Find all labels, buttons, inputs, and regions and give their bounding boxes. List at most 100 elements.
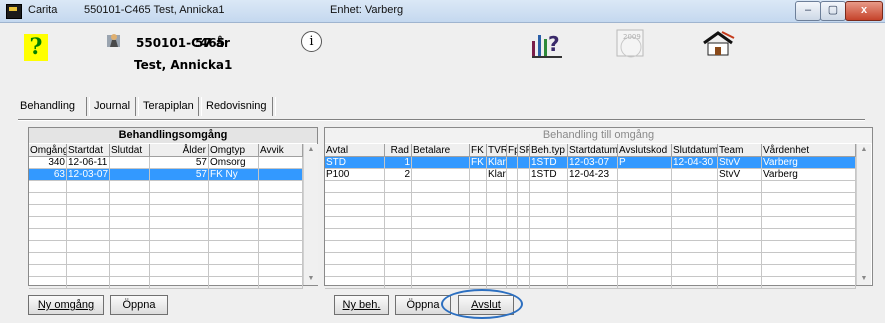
cell-omgang: [29, 265, 67, 277]
table-row[interactable]: 340 12-06-11 57 Omsorg: [29, 157, 303, 169]
column-header-vardenhet[interactable]: Vårdenhet: [762, 144, 856, 157]
new-round-button[interactable]: Ny omgång: [28, 295, 104, 315]
empty-table-row[interactable]: [29, 241, 303, 253]
patient-figure-icon[interactable]: [107, 32, 121, 48]
cell-fk: [470, 265, 487, 277]
empty-table-row[interactable]: [325, 241, 856, 253]
scroll-down-arrow-icon[interactable]: ▼: [857, 273, 871, 285]
cell-omgtyp: [209, 265, 259, 277]
empty-table-row[interactable]: [29, 253, 303, 265]
cell-tvr: [487, 241, 507, 253]
cell-avvik: [259, 157, 303, 169]
column-header-behtyp[interactable]: Beh.typ: [530, 144, 568, 157]
cell-avslutskod: P: [618, 157, 672, 169]
empty-table-row[interactable]: [325, 205, 856, 217]
statistics-icon[interactable]: ?: [531, 29, 563, 62]
cell-fk: [470, 217, 487, 229]
column-header-avvik[interactable]: Avvik: [259, 144, 303, 157]
cell-avtal: STD: [325, 157, 385, 169]
cell-omgtyp: [209, 193, 259, 205]
cell-startdat: 12-03-07: [67, 169, 110, 181]
empty-table-row[interactable]: [29, 229, 303, 241]
column-header-startdatum[interactable]: Startdatum: [568, 144, 618, 157]
cell-fp: [507, 241, 518, 253]
column-header-startdat[interactable]: Startdat: [67, 144, 110, 157]
empty-table-row[interactable]: [29, 217, 303, 229]
column-header-slutdat[interactable]: Slutdat: [110, 144, 150, 157]
cell-omgang: [29, 217, 67, 229]
scroll-down-arrow-icon[interactable]: ▼: [304, 273, 318, 285]
cell-slutdat: [110, 157, 150, 169]
cell-slutdat: [110, 169, 150, 181]
table-row[interactable]: P100 2 Klar 1STD 12-04-23 StvV Varberg: [325, 169, 856, 181]
info-icon[interactable]: i: [301, 31, 322, 52]
cell-alder: [150, 253, 209, 265]
cell-team: StvV: [718, 157, 762, 169]
cell-fp: [507, 217, 518, 229]
cell-sp: [518, 241, 530, 253]
table-row[interactable]: STD 1 FK Klar 1STD 12-03-07 P 12-04-30 StvV Varbe…: [325, 157, 856, 169]
empty-table-row[interactable]: [29, 277, 303, 289]
cell-omgang: [29, 205, 67, 217]
empty-table-row[interactable]: [325, 217, 856, 229]
column-header-fk[interactable]: FK: [470, 144, 487, 157]
tab-terapiplan[interactable]: Terapiplan: [141, 96, 196, 116]
close-button[interactable]: x: [845, 1, 883, 21]
empty-table-row[interactable]: [325, 193, 856, 205]
empty-table-row[interactable]: [29, 265, 303, 277]
cell-avslutskod: [618, 181, 672, 193]
cell-omgang: [29, 193, 67, 205]
column-header-omgtyp[interactable]: Omgtyp: [209, 144, 259, 157]
cell-fk: [470, 277, 487, 289]
column-header-avtal[interactable]: Avtal: [325, 144, 385, 157]
maximize-button[interactable]: ▢: [820, 1, 846, 21]
cell-betalare: [412, 181, 470, 193]
cell-slutdat: [110, 217, 150, 229]
empty-table-row[interactable]: [29, 205, 303, 217]
cell-behtyp: 1STD: [530, 157, 568, 169]
open-round-label: Öppna: [122, 299, 156, 311]
cell-vardenhet: [762, 277, 856, 289]
empty-table-row[interactable]: [325, 277, 856, 289]
scroll-up-arrow-icon[interactable]: ▲: [857, 144, 871, 156]
cell-alder: [150, 241, 209, 253]
column-header-rad[interactable]: Rad: [385, 144, 412, 157]
cell-slutdatum: [672, 229, 718, 241]
empty-table-row[interactable]: [325, 229, 856, 241]
treatment-detail-scrollbar[interactable]: ▲ ▼: [856, 144, 871, 285]
tab-journal[interactable]: Journal: [92, 96, 132, 116]
cell-team: [718, 193, 762, 205]
open-treatment-label: Öppna: [406, 299, 440, 311]
empty-table-row[interactable]: [29, 181, 303, 193]
home-icon[interactable]: [701, 31, 735, 60]
cell-avslutskod: [618, 217, 672, 229]
column-header-slutdatum[interactable]: Slutdatum: [672, 144, 718, 157]
empty-table-row[interactable]: [325, 181, 856, 193]
tab-behandling[interactable]: Behandling: [18, 96, 77, 116]
column-header-omgang[interactable]: Omgång: [29, 144, 67, 157]
open-round-button[interactable]: Öppna: [110, 295, 168, 315]
treatment-round-scrollbar[interactable]: ▲ ▼: [303, 144, 318, 285]
cell-fp: [507, 205, 518, 217]
cell-fk: [470, 253, 487, 265]
scroll-up-arrow-icon[interactable]: ▲: [304, 144, 318, 156]
column-header-avslutskod[interactable]: Avslutskod: [618, 144, 672, 157]
column-header-sp[interactable]: SP: [518, 144, 530, 157]
calendar-icon[interactable]: 2009: [614, 27, 648, 64]
empty-table-row[interactable]: [29, 193, 303, 205]
column-header-alder[interactable]: Ålder: [150, 144, 209, 157]
new-treatment-button[interactable]: Ny beh.: [334, 295, 389, 315]
minimize-button[interactable]: –: [795, 1, 821, 21]
cell-avtal: [325, 277, 385, 289]
empty-table-row[interactable]: [325, 265, 856, 277]
cell-fp: [507, 157, 518, 169]
column-header-tvr[interactable]: TVR: [487, 144, 507, 157]
tab-redovisning[interactable]: Redovisning: [204, 96, 269, 116]
help-icon[interactable]: ?: [24, 34, 48, 61]
column-header-fp[interactable]: Fp: [507, 144, 518, 157]
column-header-betalare[interactable]: Betalare: [412, 144, 470, 157]
empty-table-row[interactable]: [325, 253, 856, 265]
table-row[interactable]: 63 12-03-07 57 FK Ny: [29, 169, 303, 181]
column-header-team[interactable]: Team: [718, 144, 762, 157]
cell-slutdat: [110, 193, 150, 205]
